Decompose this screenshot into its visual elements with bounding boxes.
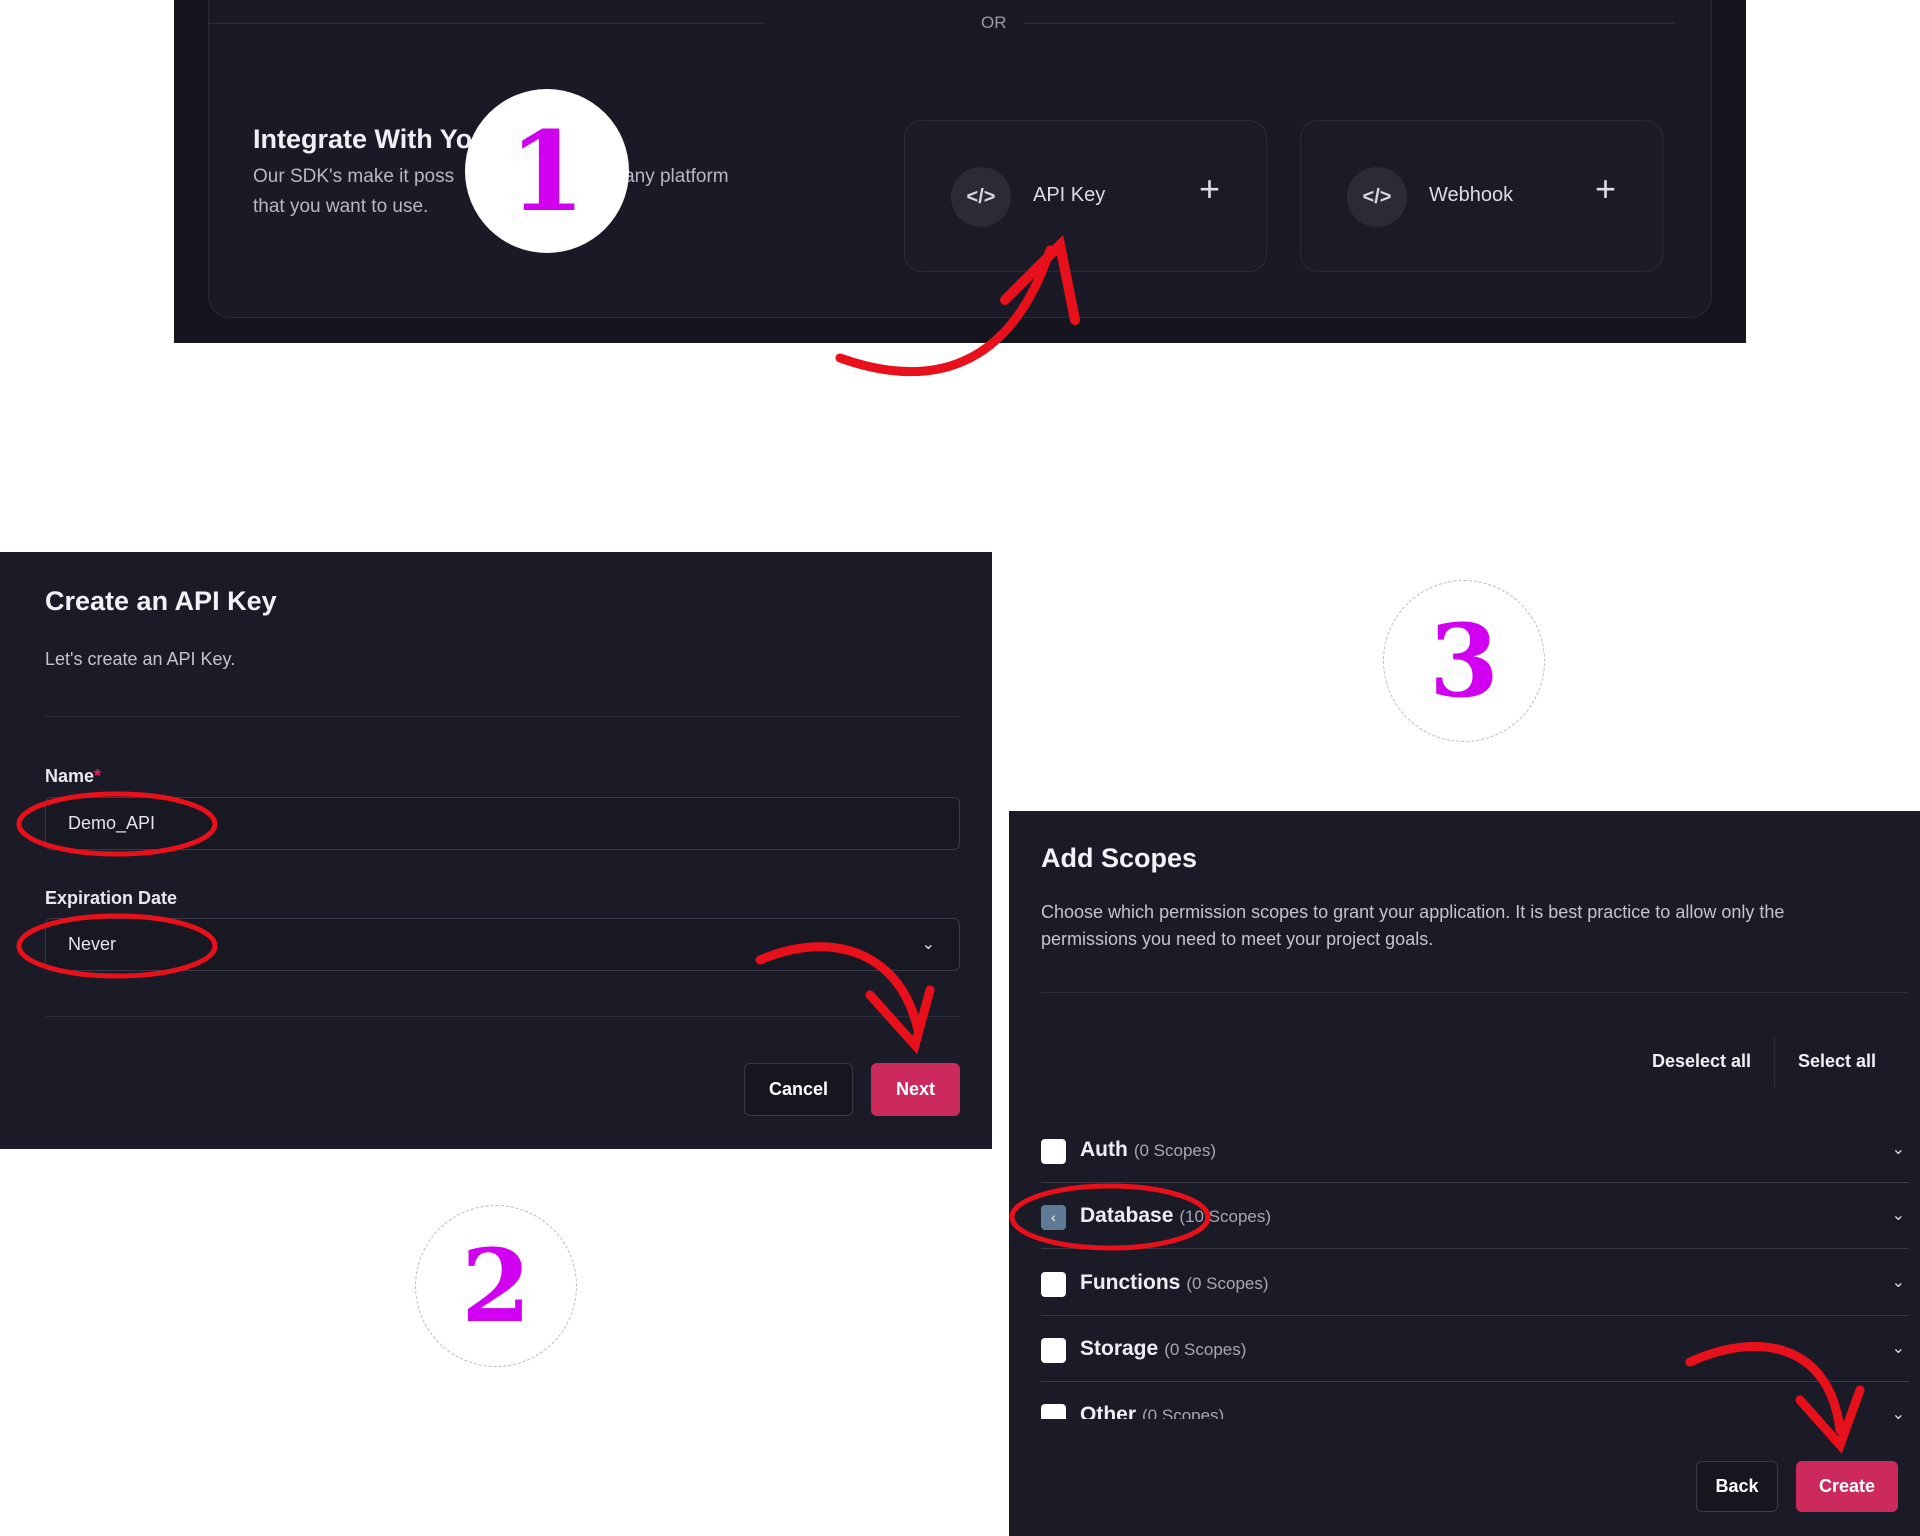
scope-row-auth[interactable]: Auth (0 Scopes) ⌄ xyxy=(1041,1117,1909,1183)
chevron-down-icon[interactable]: ⌄ xyxy=(1892,1205,1905,1225)
expiration-value: Never xyxy=(68,934,117,954)
divider xyxy=(1774,1037,1775,1087)
dialog-title: Create an API Key xyxy=(45,586,277,616)
name-input[interactable]: Demo_API xyxy=(45,797,960,850)
api-key-option[interactable]: </> API Key + xyxy=(904,120,1267,272)
code-icon: </> xyxy=(951,167,1011,227)
chevron-down-icon: ⌄ xyxy=(921,936,935,953)
plus-icon[interactable]: + xyxy=(1595,171,1616,207)
code-icon: </> xyxy=(1347,167,1407,227)
step-badge-2: 2 xyxy=(415,1205,577,1367)
add-scopes-dialog: Add Scopes Choose which permission scope… xyxy=(1009,811,1920,1536)
scope-row-database[interactable]: ‹ Database (10 Scopes) ⌄ xyxy=(1041,1183,1909,1249)
webhook-label: Webhook xyxy=(1429,184,1514,206)
dialog-subtitle: Let's create an API Key. xyxy=(45,649,236,669)
next-button[interactable]: Next xyxy=(871,1063,960,1116)
divider xyxy=(1041,992,1909,993)
dialog-title: Add Scopes xyxy=(1041,843,1198,873)
back-button[interactable]: Back xyxy=(1696,1461,1778,1512)
divider xyxy=(45,1016,960,1017)
checkbox[interactable] xyxy=(1041,1338,1066,1363)
checkbox[interactable] xyxy=(1041,1404,1066,1419)
create-api-key-dialog: Create an API Key Let's create an API Ke… xyxy=(0,552,992,1149)
divider xyxy=(1024,23,1674,24)
scope-list[interactable]: Auth (0 Scopes) ⌄ ‹ Database (10 Scopes) ⌄… xyxy=(1009,1117,1920,1419)
chevron-down-icon[interactable]: ⌄ xyxy=(1892,1404,1905,1419)
name-label: Name* xyxy=(45,766,102,786)
or-label: OR xyxy=(981,13,1007,32)
create-button[interactable]: Create xyxy=(1796,1461,1898,1512)
chevron-down-icon[interactable]: ⌄ xyxy=(1892,1272,1905,1292)
select-all-button[interactable]: Select all xyxy=(1798,1051,1876,1072)
plus-icon[interactable]: + xyxy=(1199,171,1220,207)
divider xyxy=(45,716,960,717)
step-badge-3: 3 xyxy=(1383,580,1545,742)
scope-row-storage[interactable]: Storage (0 Scopes) ⌄ xyxy=(1041,1316,1909,1382)
expiration-label: Expiration Date xyxy=(45,888,178,908)
checkbox[interactable] xyxy=(1041,1139,1066,1164)
checkbox[interactable] xyxy=(1041,1272,1066,1297)
api-key-label: API Key xyxy=(1033,184,1106,206)
webhook-option[interactable]: </> Webhook + xyxy=(1300,120,1663,272)
scope-row-functions[interactable]: Functions (0 Scopes) ⌄ xyxy=(1041,1250,1909,1316)
deselect-all-button[interactable]: Deselect all xyxy=(1652,1051,1751,1072)
step-badge-1: 1 xyxy=(465,89,629,253)
integrate-panel: OR Integrate With Yo Our SDK's make it p… xyxy=(174,0,1746,343)
expiration-select[interactable]: Never ⌄ xyxy=(45,918,960,971)
chevron-down-icon[interactable]: ⌄ xyxy=(1892,1338,1905,1358)
indeterminate-checkbox[interactable]: ‹ xyxy=(1041,1205,1066,1230)
scope-row-other[interactable]: Other (0 Scopes) ⌄ xyxy=(1041,1382,1909,1419)
divider xyxy=(209,23,764,24)
chevron-down-icon[interactable]: ⌄ xyxy=(1892,1139,1905,1159)
dialog-description: Choose which permission scopes to grant … xyxy=(1041,902,1785,949)
cancel-button[interactable]: Cancel xyxy=(744,1063,853,1116)
integrate-title: Integrate With Yo xyxy=(253,124,473,154)
